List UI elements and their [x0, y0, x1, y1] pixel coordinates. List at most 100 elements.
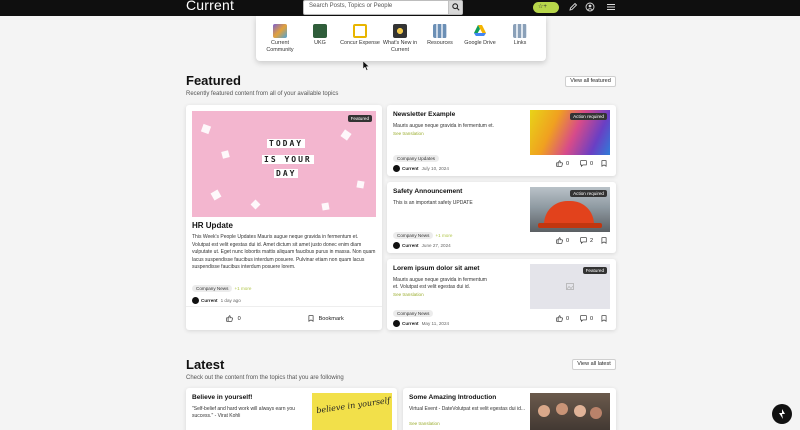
whats-new-icon: [393, 24, 407, 38]
mouse-cursor-icon: [363, 61, 370, 71]
image-placeholder-icon: [566, 283, 574, 290]
author-line: Current 1 day ago: [192, 292, 241, 310]
card-image[interactable]: Action required: [530, 110, 610, 155]
bookmark-button[interactable]: [601, 160, 607, 167]
avatar[interactable]: [393, 320, 400, 328]
author-name[interactable]: Current: [402, 166, 419, 171]
featured-side-card[interactable]: Safety Announcement This is an important…: [387, 182, 616, 253]
comment-button[interactable]: 0: [580, 160, 593, 167]
card-image[interactable]: believe in yourself: [312, 393, 392, 430]
app-google-drive[interactable]: Google Drive: [460, 24, 500, 47]
card-title[interactable]: Newsletter Example: [393, 111, 455, 118]
view-all-latest-button[interactable]: View all latest: [572, 359, 616, 370]
thumbs-up-icon: [556, 160, 563, 167]
app-current-community[interactable]: Current Community: [260, 24, 300, 54]
view-all-featured-button[interactable]: View all featured: [565, 76, 616, 87]
featured-image-text-3: DAY: [274, 169, 299, 178]
featured-side-card[interactable]: Newsletter Example Mauris augue neque gr…: [387, 105, 616, 176]
featured-image-text-2: IS YOUR: [262, 155, 314, 164]
like-button[interactable]: 0: [556, 237, 569, 244]
like-button[interactable]: 0: [556, 315, 569, 322]
post-date: May 11, 2024: [421, 321, 450, 327]
featured-main-title[interactable]: HR Update: [192, 221, 233, 230]
thumbs-up-icon: [556, 315, 563, 322]
latest-card[interactable]: Believe in yourself! "Self-belief and ha…: [186, 388, 397, 430]
card-body: Mauris augue neque gravida in fermentum …: [393, 123, 494, 129]
featured-subtitle: Recently featured content from all of yo…: [186, 91, 339, 97]
comment-button[interactable]: 0: [580, 315, 593, 322]
search-button[interactable]: [448, 1, 462, 14]
thumbs-up-icon: [556, 237, 563, 244]
points-badge[interactable]: ☆+: [533, 2, 559, 13]
card-title[interactable]: Safety Announcement: [393, 188, 462, 195]
app-resources[interactable]: Resources: [420, 24, 460, 47]
action-required-badge: Action required: [570, 113, 607, 120]
author-line: Current June 27, 2024: [393, 237, 451, 253]
latest-title: Latest: [186, 357, 225, 372]
apps-menu: Current Community UKG Concur Expense Wha…: [256, 16, 546, 61]
more-topics-link[interactable]: +1 more: [234, 286, 251, 291]
post-date: 1 day ago: [220, 298, 241, 304]
see-translation-link[interactable]: See translation: [409, 421, 440, 426]
card-title[interactable]: Believe in yourself!: [192, 394, 252, 401]
topic-tag[interactable]: Company News: [192, 285, 233, 292]
menu-icon[interactable]: [606, 2, 616, 12]
featured-image-text-1: TODAY: [267, 139, 306, 148]
card-image[interactable]: [530, 393, 610, 430]
profile-icon[interactable]: [585, 2, 595, 12]
featured-badge: Featured: [347, 115, 372, 122]
card-title[interactable]: Some Amazing Introduction: [409, 394, 496, 401]
card-body: Virtual Event - DateVolutpat est velit e…: [409, 406, 526, 412]
action-required-badge: Action required: [570, 190, 607, 197]
bookmark-icon: [601, 160, 607, 167]
avatar[interactable]: [192, 297, 199, 305]
card-body: Mauris augue neque gravida in fermentum …: [393, 277, 487, 290]
links-icon: [513, 24, 527, 38]
google-drive-icon: [474, 25, 486, 36]
bookmark-icon: [601, 315, 607, 322]
image-handwriting: believe in yourself: [315, 395, 391, 416]
resources-icon: [433, 24, 447, 38]
author-name[interactable]: Current: [402, 321, 419, 326]
see-translation-link[interactable]: See translation: [393, 292, 424, 297]
featured-main-body: This Week's People Updates Mauris augue …: [192, 234, 376, 271]
card-image[interactable]: Action required: [530, 187, 610, 232]
post-date: July 10, 2024: [421, 166, 449, 172]
like-button[interactable]: 0: [556, 160, 569, 167]
avatar[interactable]: [393, 242, 400, 250]
bookmark-button[interactable]: [601, 237, 607, 244]
card-image[interactable]: Featured: [530, 264, 610, 309]
concur-icon: [353, 24, 367, 38]
author-line: Current May 11, 2024: [393, 315, 449, 330]
comment-icon: [580, 237, 587, 244]
bookmark-button[interactable]: [601, 315, 607, 322]
app-title[interactable]: Current: [186, 0, 234, 13]
bookmark-icon: [601, 237, 607, 244]
avatar[interactable]: [393, 165, 400, 173]
help-button[interactable]: [772, 404, 792, 424]
comment-icon: [580, 160, 587, 167]
featured-main-card[interactable]: TODAY IS YOUR DAY Featured HR Update Thi…: [186, 105, 382, 330]
like-button[interactable]: 0: [226, 315, 241, 322]
current-community-icon: [273, 24, 287, 38]
comment-icon: [580, 315, 587, 322]
featured-main-image[interactable]: TODAY IS YOUR DAY Featured: [192, 111, 376, 217]
ukg-icon: [313, 24, 327, 38]
top-bar: Current Search Posts, Topics or People ☆…: [0, 0, 800, 16]
app-concur-expense[interactable]: Concur Expense: [340, 24, 380, 47]
featured-side-card[interactable]: Lorem ipsum dolor sit amet Mauris augue …: [387, 259, 616, 330]
card-title[interactable]: Lorem ipsum dolor sit amet: [393, 265, 479, 272]
author-name[interactable]: Current: [402, 243, 419, 248]
latest-card[interactable]: Some Amazing Introduction Virtual Event …: [403, 388, 616, 430]
app-whats-new[interactable]: What's New in Current: [380, 24, 420, 54]
card-body: This is an important safety UPDATE: [393, 200, 473, 206]
author-name[interactable]: Current: [201, 298, 218, 303]
edit-icon[interactable]: [568, 2, 578, 12]
search-input[interactable]: Search Posts, Topics or People: [309, 3, 392, 9]
search-box[interactable]: Search Posts, Topics or People: [303, 0, 463, 15]
comment-button[interactable]: 2: [580, 237, 593, 244]
bookmark-button[interactable]: Bookmark: [308, 315, 344, 322]
app-ukg[interactable]: UKG: [300, 24, 340, 47]
app-links[interactable]: Links: [500, 24, 540, 47]
see-translation-link[interactable]: See translation: [393, 131, 424, 136]
